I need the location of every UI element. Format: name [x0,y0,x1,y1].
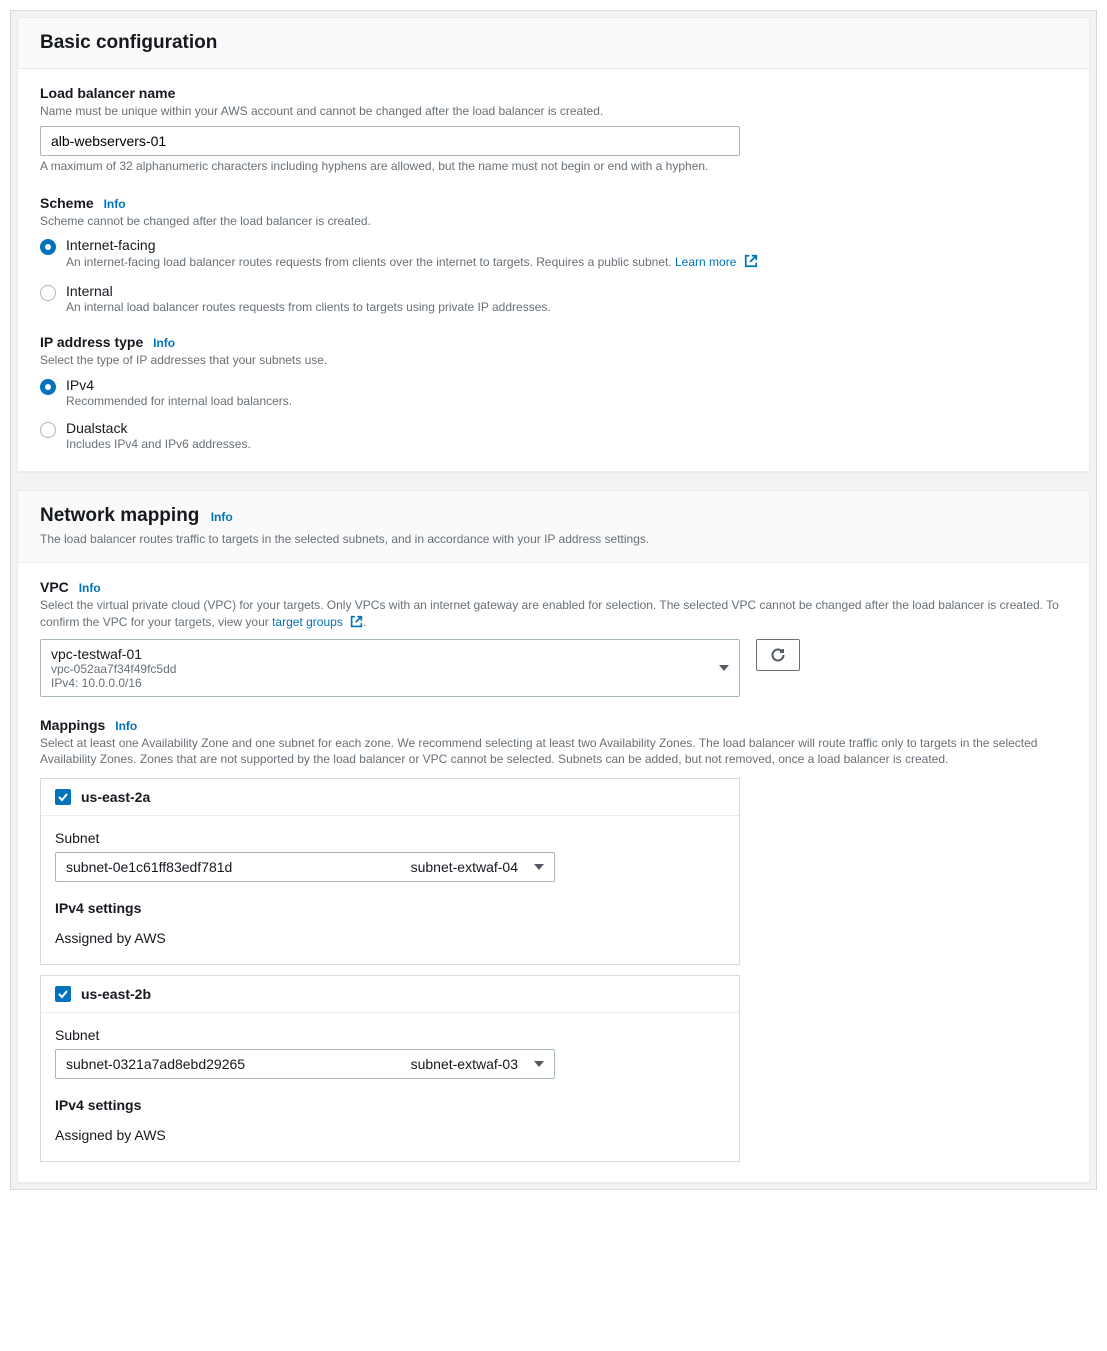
scheme-radio-group: Internet-facing An internet-facing load … [40,237,1067,314]
scheme-option-internal[interactable]: Internal An internal load balancer route… [40,283,1067,314]
ip-type-label: IP address type [40,334,143,350]
refresh-icon [770,647,786,663]
az-zone-us-east-2a: us-east-2a Subnet subnet-0e1c61ff83edf78… [40,778,740,965]
az-header[interactable]: us-east-2b [41,976,739,1013]
ip-type-info-link[interactable]: Info [153,336,175,350]
subnet-label: Subnet [55,830,725,846]
radio-unselected-icon[interactable] [40,285,56,301]
ip-type-help: Select the type of IP addresses that you… [40,352,1067,369]
network-mapping-panel: Network mapping Info The load balancer r… [17,490,1090,1183]
ipv4-settings-label: IPv4 settings [55,900,725,916]
vpc-selected-cidr: IPv4: 10.0.0.0/16 [51,676,707,690]
ip-type-option-dualstack[interactable]: Dualstack Includes IPv4 and IPv6 address… [40,420,1067,451]
dualstack-label: Dualstack [66,420,1067,436]
scheme-field: Scheme Info Scheme cannot be changed aft… [40,195,1067,315]
ip-type-option-ipv4[interactable]: IPv4 Recommended for internal load balan… [40,377,1067,408]
scheme-internet-facing-desc-text: An internet-facing load balancer routes … [66,255,675,269]
basic-config-title: Basic configuration [40,32,1067,54]
vpc-help: Select the virtual private cloud (VPC) f… [40,597,1067,633]
chevron-down-icon [534,864,544,870]
ipv4-settings-value: Assigned by AWS [55,1127,725,1143]
subnet-id: subnet-0e1c61ff83edf781d [66,859,232,875]
external-link-icon [350,615,363,633]
vpc-field: VPC Info Select the virtual private clou… [40,579,1067,697]
network-mapping-header: Network mapping Info The load balancer r… [18,491,1089,563]
scheme-info-link[interactable]: Info [104,197,126,211]
dualstack-desc: Includes IPv4 and IPv6 addresses. [66,437,1067,451]
lb-name-label: Load balancer name [40,85,1067,101]
az-zone-us-east-2b: us-east-2b Subnet subnet-0321a7ad8ebd292… [40,975,740,1162]
mappings-label: Mappings [40,717,105,733]
scheme-option-internet-facing[interactable]: Internet-facing An internet-facing load … [40,237,1067,271]
mappings-help: Select at least one Availability Zone an… [40,735,1067,769]
vpc-select[interactable]: vpc-testwaf-01 vpc-052aa7f34f49fc5dd IPv… [40,639,740,697]
vpc-label: VPC [40,579,69,595]
chevron-down-icon [719,665,729,671]
vpc-help-text: Select the virtual private cloud (VPC) f… [40,598,1059,629]
subnet-name: subnet-extwaf-03 [411,1056,518,1072]
az-name: us-east-2a [81,789,150,805]
basic-config-body: Load balancer name Name must be unique w… [18,69,1089,471]
vpc-selected-name: vpc-testwaf-01 [51,646,707,662]
radio-selected-icon[interactable] [40,379,56,395]
scheme-help: Scheme cannot be changed after the load … [40,213,1067,230]
az-checkbox[interactable] [55,986,71,1002]
subnet-select[interactable]: subnet-0e1c61ff83edf781d subnet-extwaf-0… [55,852,555,882]
radio-selected-icon[interactable] [40,239,56,255]
ipv4-settings-label: IPv4 settings [55,1097,725,1113]
vpc-refresh-button[interactable] [756,639,800,671]
subnet-name: subnet-extwaf-04 [411,859,518,875]
network-mapping-subtitle: The load balancer routes traffic to targ… [40,531,1067,548]
ip-type-radio-group: IPv4 Recommended for internal load balan… [40,377,1067,451]
learn-more-link[interactable]: Learn more [675,255,736,269]
config-form: Basic configuration Load balancer name N… [10,10,1097,1190]
network-mapping-body: VPC Info Select the virtual private clou… [18,563,1089,1182]
ipv4-settings-value: Assigned by AWS [55,930,725,946]
target-groups-link[interactable]: target groups [272,615,343,629]
check-icon [57,988,69,1000]
ipv4-label: IPv4 [66,377,1067,393]
external-link-icon [744,254,758,271]
subnet-label: Subnet [55,1027,725,1043]
basic-config-header: Basic configuration [18,18,1089,69]
az-checkbox[interactable] [55,789,71,805]
scheme-internet-facing-label: Internet-facing [66,237,1067,253]
scheme-label: Scheme [40,195,94,211]
radio-unselected-icon[interactable] [40,422,56,438]
az-header[interactable]: us-east-2a [41,779,739,816]
ip-type-field: IP address type Info Select the type of … [40,334,1067,451]
basic-config-panel: Basic configuration Load balancer name N… [17,17,1090,472]
scheme-internal-label: Internal [66,283,1067,299]
scheme-internal-desc: An internal load balancer routes request… [66,300,1067,314]
scheme-internet-facing-desc: An internet-facing load balancer routes … [66,254,1067,271]
lb-name-input[interactable] [40,126,740,156]
lb-name-help: Name must be unique within your AWS acco… [40,103,1067,120]
ipv4-desc: Recommended for internal load balancers. [66,394,1067,408]
check-icon [57,791,69,803]
az-name: us-east-2b [81,986,151,1002]
subnet-select[interactable]: subnet-0321a7ad8ebd29265 subnet-extwaf-0… [55,1049,555,1079]
lb-name-field: Load balancer name Name must be unique w… [40,85,1067,175]
subnet-id: subnet-0321a7ad8ebd29265 [66,1056,245,1072]
vpc-selected-id: vpc-052aa7f34f49fc5dd [51,662,707,676]
mappings-field: Mappings Info Select at least one Availa… [40,717,1067,1163]
chevron-down-icon [534,1061,544,1067]
lb-name-constraint: A maximum of 32 alphanumeric characters … [40,158,1067,175]
network-mapping-title: Network mapping [40,505,199,526]
network-mapping-info-link[interactable]: Info [211,510,233,524]
mappings-info-link[interactable]: Info [115,719,137,733]
vpc-info-link[interactable]: Info [79,581,101,595]
